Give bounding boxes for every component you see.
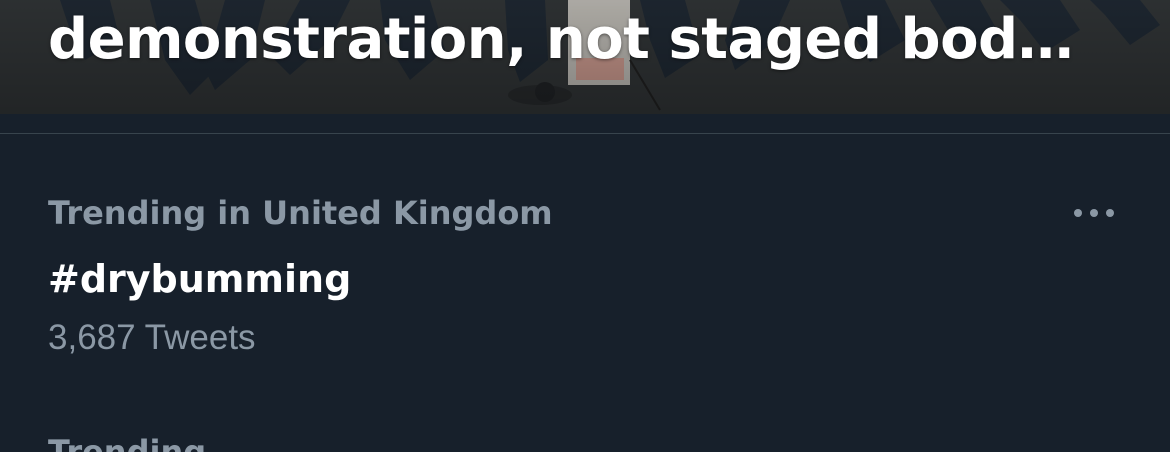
- trend-item[interactable]: Trending in United Kingdom #drybumming 3…: [0, 135, 1170, 395]
- next-trend-context: Trending: [48, 433, 207, 452]
- explore-screen: demonstration, not staged bod… Trending …: [0, 0, 1170, 452]
- section-divider: [0, 114, 1170, 134]
- more-horizontal-icon: [1074, 209, 1114, 217]
- more-options-button[interactable]: [1066, 193, 1122, 233]
- news-headline[interactable]: demonstration, not staged bod…: [48, 2, 1074, 78]
- trend-context: Trending in United Kingdom: [48, 194, 553, 232]
- trend-name[interactable]: #drybumming: [48, 255, 351, 303]
- news-hero-card[interactable]: demonstration, not staged bod…: [0, 0, 1170, 114]
- trend-tweet-count: 3,687 Tweets: [48, 318, 256, 357]
